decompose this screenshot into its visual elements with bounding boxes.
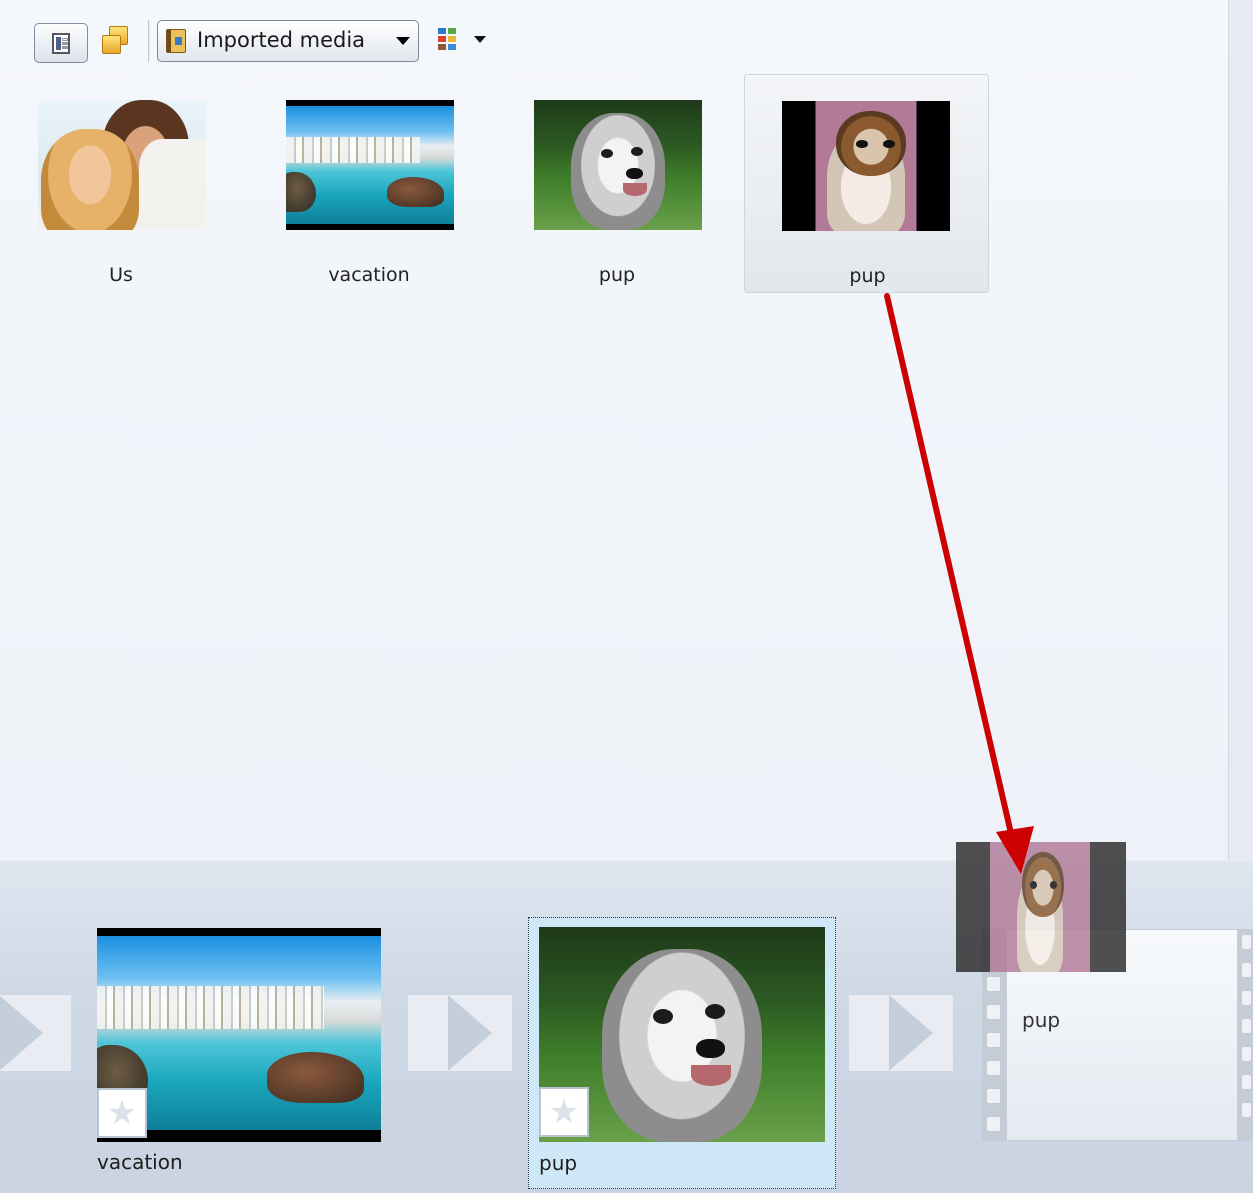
film-perforation-right: [1238, 929, 1253, 1141]
collection-icon-back: [102, 35, 121, 54]
copy-collection-button[interactable]: [100, 24, 134, 58]
transition-marker[interactable]: [408, 995, 512, 1071]
library-item[interactable]: pup: [497, 74, 737, 292]
vertical-scrollbar[interactable]: [1228, 0, 1253, 860]
collection-dropdown[interactable]: Imported media: [157, 20, 419, 62]
collection-book-icon: [166, 29, 186, 53]
transition-marker[interactable]: [849, 995, 953, 1071]
view-mode-button[interactable]: [34, 23, 88, 63]
storyboard-clip-selected[interactable]: ★ pup: [528, 917, 836, 1189]
toolbar-separator: [148, 20, 150, 62]
star-icon[interactable]: ★: [97, 1088, 147, 1138]
page-layout-icon: [52, 33, 70, 54]
clip-label: vacation: [97, 1150, 183, 1174]
collection-dropdown-value: Imported media: [197, 28, 366, 52]
drag-ghost-thumbnail: [956, 842, 1126, 972]
thumbnail-image: [782, 101, 950, 231]
library-item[interactable]: Us: [1, 74, 241, 292]
library-item-label: pup: [849, 265, 886, 287]
library-item-label: Us: [109, 264, 133, 286]
thumbnail-image: [38, 100, 206, 230]
thumbnail-image: [286, 100, 454, 230]
clip-label: pup: [539, 1151, 578, 1175]
library-item-selected[interactable]: pup: [744, 74, 989, 293]
star-icon[interactable]: ★: [539, 1087, 589, 1137]
chevron-down-icon: [396, 37, 410, 45]
drop-target-label: pup: [1022, 1008, 1061, 1032]
transition-marker[interactable]: [0, 995, 71, 1071]
library-item[interactable]: vacation: [249, 74, 489, 292]
chevron-down-icon: [474, 36, 486, 43]
thumbnail-size-button[interactable]: [436, 26, 490, 56]
storyboard-clip[interactable]: ★ vacation: [97, 928, 381, 1188]
thumbnail-image: [534, 100, 702, 230]
library-item-label: pup: [598, 264, 636, 286]
media-library-pane: Imported media Us vacation pup pup: [0, 0, 1253, 860]
library-item-label: vacation: [328, 264, 410, 286]
